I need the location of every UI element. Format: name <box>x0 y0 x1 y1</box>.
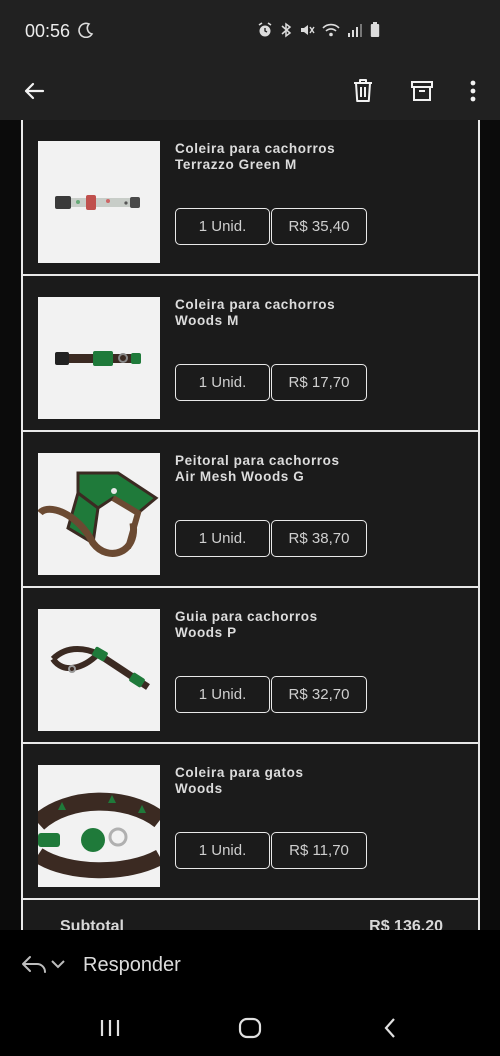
alarm-icon <box>257 22 273 38</box>
system-back-button[interactable] <box>370 1012 410 1044</box>
quantity-pill: 1 Unid. <box>175 208 270 245</box>
status-bar: 00:56 <box>0 0 500 62</box>
leash-woods-image <box>38 609 160 731</box>
order-item: Guia para cachorros Woods P 1 Unid. R$ 3… <box>23 588 478 744</box>
reply-icons[interactable] <box>21 954 65 974</box>
price-pill: R$ 32,70 <box>271 676 367 713</box>
item-title: Peitoral para cachorros Air Mesh Woods G <box>175 453 340 484</box>
order-card: Coleira para cachorros Terrazzo Green M … <box>21 120 480 930</box>
reply-label[interactable]: Responder <box>83 954 181 977</box>
item-title: Coleira para cachorros Terrazzo Green M <box>175 141 336 172</box>
quantity-pill: 1 Unid. <box>175 364 270 401</box>
item-title: Coleira para gatos Woods <box>175 765 304 796</box>
email-content[interactable]: Coleira para cachorros Terrazzo Green M … <box>0 120 500 930</box>
more-vert-icon <box>470 80 476 102</box>
recents-button[interactable] <box>90 1012 130 1044</box>
status-time: 00:56 <box>25 21 71 41</box>
price-pill: R$ 11,70 <box>271 832 367 869</box>
price-pill: R$ 35,40 <box>271 208 367 245</box>
home-icon <box>238 1017 262 1039</box>
quantity-pill: 1 Unid. <box>175 520 270 557</box>
chevron-down-icon[interactable] <box>51 959 65 969</box>
moon-icon <box>78 22 94 43</box>
home-button[interactable] <box>230 1012 270 1044</box>
order-item: Peitoral para cachorros Air Mesh Woods G… <box>23 432 478 588</box>
back-button[interactable] <box>11 68 57 114</box>
reply-bar[interactable]: Responder <box>0 930 500 1000</box>
mute-icon <box>299 22 315 38</box>
back-arrow-icon <box>24 82 45 100</box>
system-nav-bar <box>0 1000 500 1056</box>
back-icon <box>384 1018 395 1038</box>
cat-collar-woods-image <box>38 765 160 887</box>
subtotal-label: Subtotal <box>60 918 124 930</box>
signal-icon <box>347 22 363 38</box>
archive-button[interactable] <box>399 68 445 114</box>
item-title: Guia para cachorros Woods P <box>175 609 318 640</box>
more-options-button[interactable] <box>450 68 496 114</box>
trash-icon <box>354 79 372 102</box>
order-item: Coleira para cachorros Woods M 1 Unid. R… <box>23 276 478 432</box>
wifi-icon <box>322 22 340 38</box>
divider <box>23 898 478 900</box>
order-item: Coleira para gatos Woods 1 Unid. R$ 11,7… <box>23 744 478 900</box>
app-bar <box>0 62 500 120</box>
archive-icon <box>411 81 433 101</box>
harness-woods-image <box>38 453 160 575</box>
quantity-pill: 1 Unid. <box>175 676 270 713</box>
status-icons <box>257 22 380 38</box>
reply-icon[interactable] <box>21 954 47 974</box>
item-title: Coleira para cachorros Woods M <box>175 297 336 328</box>
price-pill: R$ 17,70 <box>271 364 367 401</box>
subtotal-value: R$ 136,20 <box>369 918 443 930</box>
quantity-pill: 1 Unid. <box>175 832 270 869</box>
bluetooth-icon <box>280 22 292 38</box>
subtotal-row: Subtotal R$ 136,20 <box>23 906 478 930</box>
delete-button[interactable] <box>340 68 386 114</box>
collar-terrazzo-image <box>38 141 160 263</box>
battery-icon <box>370 22 380 38</box>
price-pill: R$ 38,70 <box>271 520 367 557</box>
recents-icon <box>100 1020 120 1036</box>
collar-woods-image <box>38 297 160 419</box>
order-item: Coleira para cachorros Terrazzo Green M … <box>23 120 478 276</box>
